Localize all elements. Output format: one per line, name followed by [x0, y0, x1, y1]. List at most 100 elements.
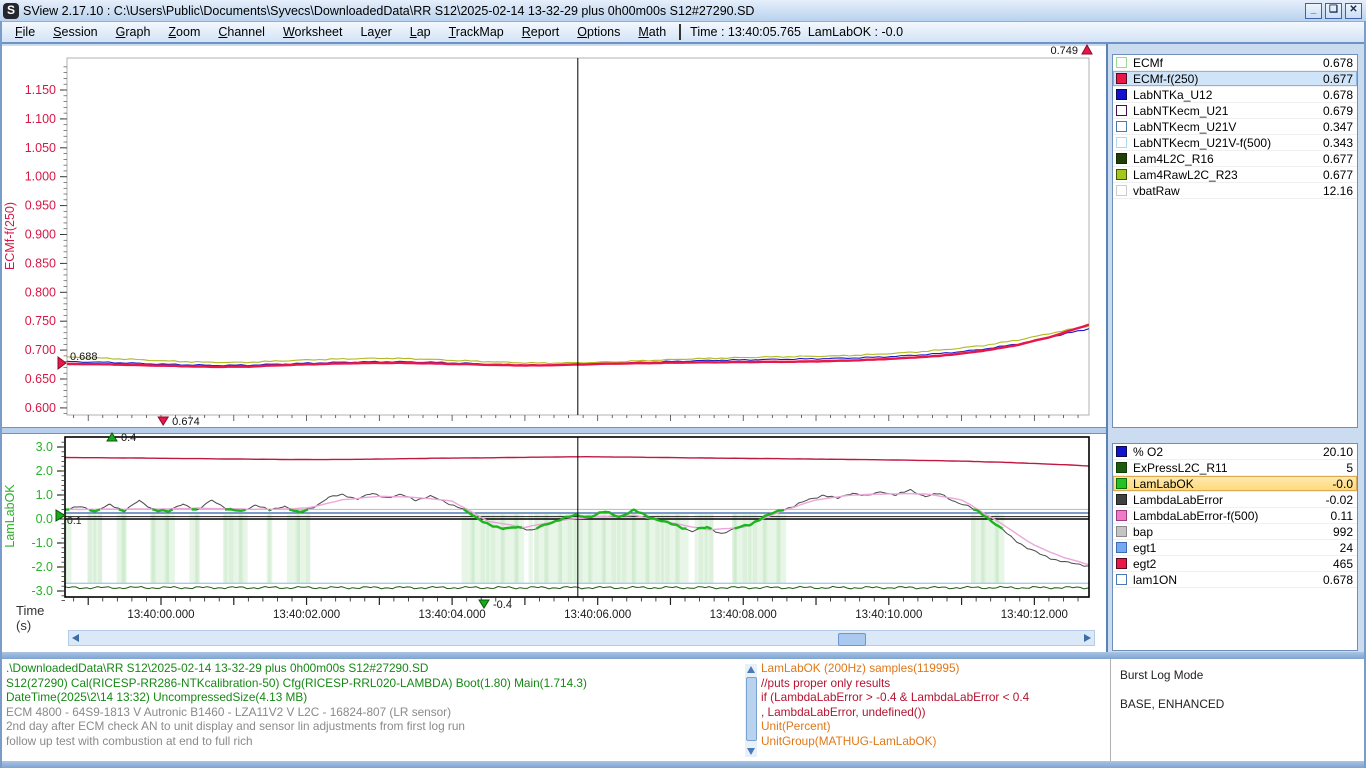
channel-row[interactable]: Lam4L2C_R160.677: [1113, 151, 1357, 167]
math-channel-text: LamLabOK (200Hz) samples(119995)//puts p…: [761, 661, 1029, 749]
channel-row[interactable]: egt2465: [1113, 556, 1357, 572]
svg-text:0.850: 0.850: [25, 256, 56, 270]
svg-text:3.0: 3.0: [36, 440, 53, 454]
time-status-value: 13:40:05.765: [728, 25, 801, 39]
channel-color-swatch[interactable]: [1116, 57, 1127, 68]
menu-graph[interactable]: Graph: [107, 23, 160, 41]
channel-value: 20.10: [1323, 445, 1353, 459]
window-title: SView 2.17.10 : C:\Users\Public\Document…: [23, 4, 754, 18]
svg-text:0.750: 0.750: [25, 314, 56, 328]
channel-row[interactable]: LabNTKecm_U21V0.347: [1113, 119, 1357, 135]
channel-row[interactable]: LamLabOK-0.0: [1113, 476, 1357, 492]
math-scrollbar[interactable]: [745, 664, 757, 757]
menu-lap[interactable]: Lap: [401, 23, 440, 41]
bottom-strip-top-border: [0, 652, 1366, 659]
channel-color-swatch[interactable]: [1116, 526, 1127, 537]
channel-row[interactable]: LambdaLabError-f(500)0.11: [1113, 508, 1357, 524]
channel-row[interactable]: LabNTKecm_U21V-f(500)0.343: [1113, 135, 1357, 151]
graph-area[interactable]: 3.02.01.00.0-1.0-2.0-3.0LamLabOK13:40:00…: [0, 44, 1108, 652]
time-scrollbar-thumb[interactable]: [838, 633, 866, 646]
channel-row[interactable]: LabNTKa_U120.678: [1113, 87, 1357, 103]
menu-math[interactable]: Math: [629, 23, 675, 41]
math-scrollbar-thumb[interactable]: [746, 677, 757, 741]
svg-text:0.4: 0.4: [121, 432, 136, 444]
channel-color-swatch[interactable]: [1116, 121, 1127, 132]
bottom-strip-divider: [1110, 659, 1111, 761]
channel-color-swatch[interactable]: [1116, 462, 1127, 473]
scroll-right-arrow-icon[interactable]: [1084, 634, 1091, 642]
channel-value: 992: [1333, 525, 1353, 539]
channel-color-swatch[interactable]: [1116, 478, 1127, 489]
channel-value: 0.11: [1331, 509, 1353, 523]
svg-text:0.0: 0.0: [36, 512, 53, 526]
channel-color-swatch[interactable]: [1116, 510, 1127, 521]
channel-row[interactable]: vbatRaw12.16: [1113, 183, 1357, 199]
channel-value: 0.678: [1323, 56, 1353, 70]
channel-color-swatch[interactable]: [1116, 542, 1127, 553]
maximize-button[interactable]: ❏: [1325, 3, 1342, 19]
channel-row[interactable]: egt124: [1113, 540, 1357, 556]
svg-text:ECMf-f(250): ECMf-f(250): [3, 202, 17, 270]
menu-zoom[interactable]: Zoom: [159, 23, 209, 41]
menu-session[interactable]: Session: [44, 23, 106, 41]
window-controls: _❏✕: [1305, 3, 1362, 19]
channel-color-swatch[interactable]: [1116, 105, 1127, 116]
svg-text:0.674: 0.674: [172, 416, 200, 428]
channel-name: LabNTKecm_U21V-f(500): [1133, 136, 1323, 150]
channel-row[interactable]: Lam4RawL2C_R230.677: [1113, 167, 1357, 183]
info-line: ECM 4800 - 64S9-1813 V Autronic B1460 - …: [6, 705, 587, 720]
channel-row[interactable]: lam1ON0.678: [1113, 572, 1357, 588]
minimize-button[interactable]: _: [1305, 3, 1322, 19]
menu-options[interactable]: Options: [568, 23, 629, 41]
burst-log-line: Burst Log Mode: [1120, 668, 1224, 683]
channel-name: LabNTKecm_U21V: [1133, 120, 1323, 134]
channel-color-swatch[interactable]: [1116, 446, 1127, 457]
channel-value: 0.677: [1323, 72, 1353, 86]
top-channel-list: ECMf0.678ECMf-f(250)0.677LabNTKa_U120.67…: [1112, 54, 1358, 428]
channel-row[interactable]: bap992: [1113, 524, 1357, 540]
menu-worksheet[interactable]: Worksheet: [274, 23, 352, 41]
channel-value: 0.347: [1323, 120, 1353, 134]
menu-bar: FileSessionGraphZoomChannelWorksheetLaye…: [0, 22, 1366, 44]
info-line: S12(27290) Cal(RICESP-RR286-NTKcalibrati…: [6, 676, 587, 691]
channel-color-swatch[interactable]: [1116, 494, 1127, 505]
math-scroll-up-icon[interactable]: [747, 666, 755, 673]
svg-text:1.000: 1.000: [25, 170, 56, 184]
channel-row[interactable]: LabNTKecm_U210.679: [1113, 103, 1357, 119]
scroll-left-arrow-icon[interactable]: [72, 634, 79, 642]
time-scrollbar[interactable]: [68, 630, 1095, 646]
svg-text:13:40:00.000: 13:40:00.000: [127, 609, 194, 621]
math-scroll-down-icon[interactable]: [747, 748, 755, 755]
channel-color-swatch[interactable]: [1116, 137, 1127, 148]
channel-row[interactable]: ExPressL2C_R115: [1113, 460, 1357, 476]
channel-color-swatch[interactable]: [1116, 574, 1127, 585]
channel-color-swatch[interactable]: [1116, 73, 1127, 84]
svg-text:0.650: 0.650: [25, 372, 56, 386]
channel-value: -0.0: [1332, 477, 1353, 491]
channel-color-swatch[interactable]: [1116, 153, 1127, 164]
menu-layer[interactable]: Layer: [351, 23, 400, 41]
channel-row[interactable]: % O220.10: [1113, 444, 1357, 460]
session-info-text: .\DownloadedData\RR S12\2025-02-14 13-32…: [6, 661, 587, 749]
info-line: , LambdaLabError, undefined()): [761, 705, 1029, 720]
menu-channel[interactable]: Channel: [209, 23, 274, 41]
channel-value: -0.02: [1326, 493, 1353, 507]
channel-value: 0.343: [1323, 136, 1353, 150]
channel-color-swatch[interactable]: [1116, 89, 1127, 100]
channel-color-swatch[interactable]: [1116, 185, 1127, 196]
menu-trackmap[interactable]: TrackMap: [440, 23, 513, 41]
channel-value: 0.678: [1323, 88, 1353, 102]
channel-row[interactable]: ECMf-f(250)0.677: [1113, 71, 1357, 87]
title-bar[interactable]: S SView 2.17.10 : C:\Users\Public\Docume…: [0, 0, 1366, 22]
channel-color-swatch[interactable]: [1116, 558, 1127, 569]
menu-file[interactable]: File: [6, 23, 44, 41]
menu-report[interactable]: Report: [513, 23, 569, 41]
channel-name: Lam4L2C_R16: [1133, 152, 1323, 166]
close-button[interactable]: ✕: [1345, 3, 1362, 19]
channel-row[interactable]: ECMf0.678: [1113, 55, 1357, 71]
info-line: //puts proper only results: [761, 676, 1029, 691]
app-icon: S: [3, 3, 19, 19]
channel-color-swatch[interactable]: [1116, 169, 1127, 180]
channel-row[interactable]: LambdaLabError-0.02: [1113, 492, 1357, 508]
bottom-channel-list: % O220.10ExPressL2C_R115LamLabOK-0.0Lamb…: [1112, 443, 1358, 651]
